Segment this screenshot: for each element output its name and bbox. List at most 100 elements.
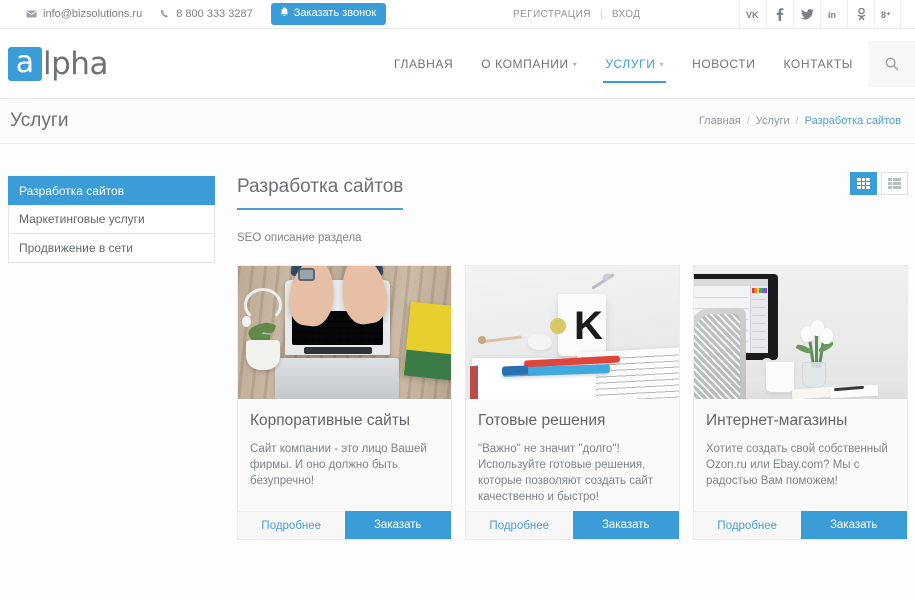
chevron-down-icon: ▾ (659, 59, 665, 69)
sidebar-item-marketing[interactable]: Маркетинговые услуги (8, 205, 215, 234)
card-image-mug: K (466, 266, 679, 399)
list-view-button[interactable] (881, 172, 908, 195)
screen-toolbar (694, 279, 768, 286)
breadcrumb: Главная / Услуги / Разработка сайтов (699, 115, 901, 127)
nav-item-home[interactable]: ГЛАВНАЯ (380, 29, 467, 99)
card-actions: Подробнее Заказать (466, 511, 679, 539)
page-root: info@bizsolutions.ru 8 800 333 3287 Зака… (0, 0, 915, 600)
grid-view-button[interactable] (850, 172, 877, 195)
notebook-edge (470, 365, 478, 399)
page-title: Услуги (10, 110, 69, 131)
sidebar-item-label: Маркетинговые услуги (19, 212, 145, 226)
card-image-imac (694, 266, 907, 399)
card-actions: Подробнее Заказать (238, 511, 451, 539)
email-text: info@bizsolutions.ru (43, 8, 143, 20)
nav-item-contacts[interactable]: КОНТАКТЫ (769, 29, 867, 99)
phone-contact[interactable]: 8 800 333 3287 (160, 8, 253, 20)
top-bar-contacts: info@bizsolutions.ru 8 800 333 3287 Зака… (0, 3, 387, 25)
card-actions: Подробнее Заказать (694, 511, 907, 539)
grid-icon (857, 178, 870, 189)
social-links: VK in 8⁺ (739, 0, 901, 29)
order-button[interactable]: Заказать (344, 511, 451, 539)
callback-button[interactable]: Заказать звонок (270, 3, 387, 25)
facebook-icon[interactable] (766, 0, 793, 29)
nav-item-news[interactable]: НОВОСТИ (678, 29, 769, 99)
nav-label: УСЛУГИ (605, 57, 656, 71)
sidebar-item-web-development[interactable]: Разработка сайтов (8, 176, 215, 205)
svg-text:in: in (828, 10, 836, 20)
glass-vase (802, 362, 826, 388)
details-button[interactable]: Подробнее (238, 511, 345, 539)
svg-text:8⁺: 8⁺ (881, 10, 891, 20)
card-online-stores[interactable]: Интернет-магазины Хотите создать свой со… (693, 265, 908, 540)
tulip-flower (820, 328, 833, 344)
breadcrumb-item-services[interactable]: Услуги (756, 115, 790, 127)
main-navigation: ГЛАВНАЯ О КОМПАНИИ ▾ УСЛУГИ ▾ НОВОСТИ КО… (380, 29, 867, 99)
login-link[interactable]: ВХОД (612, 9, 641, 20)
register-link[interactable]: РЕГИСТРАЦИЯ (513, 9, 591, 20)
details-button[interactable]: Подробнее (466, 511, 573, 539)
blue-pen-cap (501, 365, 529, 376)
color-swatches (752, 288, 767, 293)
sidebar-item-label: Продвижение в сети (19, 241, 134, 255)
seo-description: SEO описание раздела (237, 232, 362, 244)
card-corporate-sites[interactable]: Корпоративные сайты Сайт компании - это … (237, 265, 452, 540)
card-ready-solutions[interactable]: K Готовые решения "Важно" не значит "дол… (465, 265, 680, 540)
header-divider (237, 215, 909, 216)
logo-text: lpha (43, 45, 108, 82)
chevron-down-icon: ▾ (572, 59, 578, 69)
top-bar: info@bizsolutions.ru 8 800 333 3287 Зака… (0, 0, 915, 29)
card-title: Корпоративные сайты (250, 412, 411, 429)
white-cup (766, 362, 794, 392)
content-header: Разработка сайтов (237, 172, 909, 216)
nav-label: КОНТАКТЫ (783, 57, 853, 71)
site-logo[interactable]: a lpha (0, 46, 108, 82)
stick-ball (478, 336, 486, 344)
earbud (242, 316, 251, 327)
search-icon[interactable] (869, 41, 915, 87)
svg-text:VK: VK (746, 10, 759, 20)
card-description: Сайт компании - это лицо Вашей фирмы. И … (250, 443, 427, 487)
site-header: a lpha ГЛАВНАЯ О КОМПАНИИ ▾ УСЛУГИ ▾ НОВ… (0, 29, 915, 99)
panel-rows (752, 298, 766, 348)
list-icon (888, 178, 901, 189)
nav-item-about[interactable]: О КОМПАНИИ ▾ (467, 29, 591, 99)
logo-mark: a (8, 46, 42, 81)
auth-separator: | (599, 9, 603, 20)
nav-label: ГЛАВНАЯ (394, 57, 454, 71)
flower-pot (246, 340, 280, 370)
callback-label: Заказать звонок (293, 7, 377, 19)
google-plus-icon[interactable]: 8⁺ (874, 0, 901, 29)
nav-label: НОВОСТИ (692, 57, 756, 71)
card-body: Корпоративные сайты Сайт компании - это … (238, 399, 451, 511)
mug-letter-k: K (574, 304, 603, 348)
order-button[interactable]: Заказать (800, 511, 907, 539)
crumpled-paper (528, 334, 552, 350)
order-button[interactable]: Заказать (572, 511, 679, 539)
page-body: Разработка сайтов Маркетинговые услуги П… (0, 144, 915, 540)
breadcrumb-separator: / (795, 115, 799, 127)
linkedin-icon[interactable]: in (820, 0, 847, 29)
card-description: Хотите создать свой собственный Ozon.ru … (706, 443, 888, 487)
card-description: "Важно" не значит "долго"! Используйте г… (478, 443, 654, 503)
sidebar-item-promotion[interactable]: Продвижение в сети (8, 234, 215, 263)
nav-item-services[interactable]: УСЛУГИ ▾ (591, 29, 678, 99)
phone-text: 8 800 333 3287 (176, 8, 253, 20)
breadcrumb-item-home[interactable]: Главная (699, 115, 741, 127)
vk-icon[interactable]: VK (739, 0, 766, 29)
nav-label: О КОМПАНИИ (481, 57, 569, 71)
view-mode-toggle (850, 172, 908, 195)
card-body: Интернет-магазины Хотите создать свой со… (694, 399, 907, 511)
knitted-chair (694, 308, 746, 399)
twitter-icon[interactable] (793, 0, 820, 29)
auth-links: РЕГИСТРАЦИЯ | ВХОД (513, 0, 640, 29)
card-title: Готовые решения (478, 412, 606, 429)
section-title: Разработка сайтов (237, 176, 404, 210)
email-contact[interactable]: info@bizsolutions.ru (26, 8, 142, 20)
details-button[interactable]: Подробнее (694, 511, 801, 539)
phone-icon (160, 9, 170, 19)
sidebar: Разработка сайтов Маркетинговые услуги П… (0, 176, 215, 540)
bell-icon (280, 7, 289, 20)
odnoklassniki-icon[interactable] (847, 0, 874, 29)
laptop-trackpad (304, 347, 372, 354)
